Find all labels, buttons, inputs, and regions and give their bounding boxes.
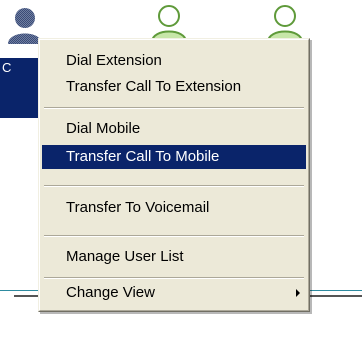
menu-item-change-view[interactable]: Change View [42,281,306,305]
menu-separator [44,277,304,279]
menu-item-dial-mobile[interactable]: Dial Mobile [42,117,306,141]
menu-item-transfer-call-to-mobile[interactable]: Transfer Call To Mobile [42,145,306,169]
menu-separator [44,185,304,187]
menu-separator [44,235,304,237]
menu-item-label: Manage User List [66,248,184,265]
menu-item-label: Transfer To Voicemail [66,199,210,216]
menu-item-label: Transfer Call To Extension [66,78,242,95]
panel-edge-right [308,295,362,297]
menu-item-label: Dial Extension [66,52,162,69]
context-menu: Dial Extension Transfer Call To Extensio… [38,38,310,312]
panel-edge-left [14,295,40,297]
menu-item-transfer-call-to-extension[interactable]: Transfer Call To Extension [42,75,306,99]
menu-item-label: Change View [66,284,155,301]
menu-item-manage-user-list[interactable]: Manage User List [42,245,306,269]
menu-item-label: Transfer Call To Mobile [66,148,220,165]
chevron-right-icon [296,289,300,297]
menu-separator [44,107,304,109]
selected-contact-label[interactable]: C [0,58,38,118]
menu-item-transfer-to-voicemail[interactable]: Transfer To Voicemail [42,196,306,220]
menu-item-label: Dial Mobile [66,120,141,137]
menu-item-dial-extension[interactable]: Dial Extension [42,49,306,73]
selected-contact-name: C [2,60,12,75]
